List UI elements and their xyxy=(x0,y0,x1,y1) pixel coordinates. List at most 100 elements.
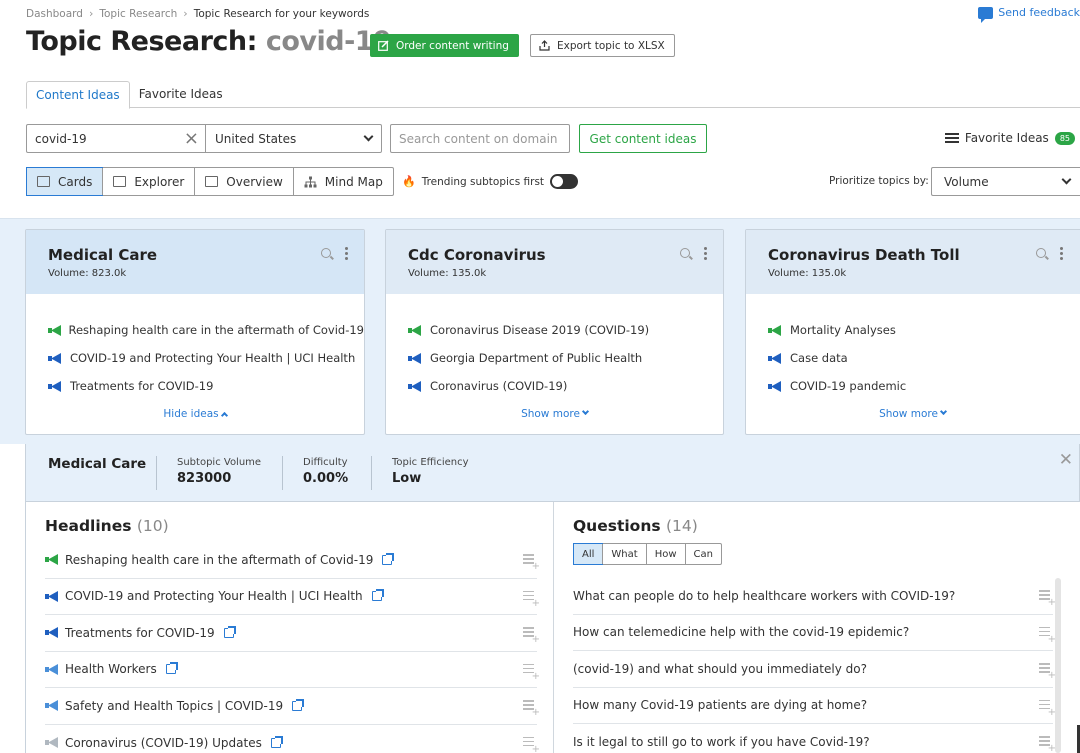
tab-favorite-ideas[interactable]: Favorite Ideas xyxy=(130,81,232,107)
card-idea[interactable]: Mortality Analyses xyxy=(768,316,1080,344)
search-icon[interactable] xyxy=(321,248,331,258)
headline-text: Coronavirus (COVID-19) Updates xyxy=(65,735,262,750)
scrollbar[interactable] xyxy=(1055,578,1061,753)
get-content-ideas-button[interactable]: Get content ideas xyxy=(579,124,707,153)
add-to-list-icon[interactable] xyxy=(1039,590,1056,608)
list-item[interactable]: How can telemedicine help with the covid… xyxy=(573,615,1056,651)
topic-card[interactable]: Coronavirus Death Toll Volume: 135.0k Mo… xyxy=(745,229,1080,435)
filter-all-button[interactable]: All xyxy=(573,543,604,565)
view-explorer-button[interactable]: Explorer xyxy=(102,168,194,195)
view-cards-button[interactable]: Cards xyxy=(26,167,104,196)
add-to-list-icon[interactable] xyxy=(1039,663,1056,681)
export-xlsx-button[interactable]: Export topic to XLSX xyxy=(530,34,675,57)
megaphone-icon xyxy=(48,352,62,364)
view-mindmap-label: Mind Map xyxy=(324,174,383,189)
tab-content-ideas[interactable]: Content Ideas xyxy=(26,81,130,109)
breadcrumb-dashboard[interactable]: Dashboard xyxy=(26,8,83,20)
add-to-list-icon[interactable] xyxy=(523,700,540,718)
search-icon[interactable] xyxy=(1036,248,1046,258)
list-item[interactable]: Treatments for COVID-19 xyxy=(45,615,540,652)
clear-icon[interactable]: × xyxy=(184,128,199,149)
keyword-input[interactable]: covid-19 × xyxy=(26,124,206,153)
question-text: (covid-19) and what should you immediate… xyxy=(573,661,867,676)
order-content-writing-button[interactable]: Order content writing xyxy=(370,34,519,57)
headlines-title: Headlines (10) xyxy=(45,517,169,535)
send-feedback-link[interactable]: Send feedback xyxy=(978,6,1080,23)
card-idea[interactable]: Treatments for COVID-19 xyxy=(48,372,364,400)
list-item[interactable]: What can people do to help healthcare wo… xyxy=(573,578,1056,615)
more-options-icon[interactable] xyxy=(345,251,348,255)
megaphone-icon xyxy=(45,663,59,675)
subtopic-title: Medical Care xyxy=(48,456,147,472)
external-link-icon[interactable] xyxy=(292,698,305,711)
close-icon[interactable]: ✕ xyxy=(1059,450,1073,470)
chevron-down-icon xyxy=(939,407,947,416)
stat-value: 823000 xyxy=(177,471,232,486)
add-to-list-icon[interactable] xyxy=(1039,736,1056,753)
filter-can-button[interactable]: Can xyxy=(684,544,721,564)
add-to-list-icon[interactable] xyxy=(1039,626,1056,645)
show-more-link[interactable]: Show more xyxy=(386,407,723,420)
list-item[interactable]: Reshaping health care in the aftermath o… xyxy=(45,542,540,579)
topic-card[interactable]: Medical Care Volume: 823.0k Reshaping he… xyxy=(25,229,365,435)
external-link-icon[interactable] xyxy=(165,662,178,675)
card-idea[interactable]: Georgia Department of Public Health xyxy=(408,344,723,372)
search-icon[interactable] xyxy=(680,248,690,258)
external-link-icon[interactable] xyxy=(382,552,395,565)
more-options-icon[interactable] xyxy=(704,251,707,255)
card-idea-text: COVID-19 pandemic xyxy=(790,379,907,393)
add-to-list-icon[interactable] xyxy=(523,590,540,609)
list-item[interactable]: Health Workers xyxy=(45,652,540,688)
card-idea[interactable]: COVID-19 pandemic xyxy=(768,372,1080,400)
list-item[interactable]: COVID-19 and Protecting Your Health | UC… xyxy=(45,579,540,615)
keyword-value: covid-19 xyxy=(35,131,87,146)
country-select[interactable]: United States xyxy=(206,124,382,153)
favorite-ideas-label: Favorite Ideas xyxy=(964,131,1049,145)
view-cards-label: Cards xyxy=(58,174,93,189)
card-idea[interactable]: Reshaping health care in the aftermath o… xyxy=(48,316,364,344)
view-overview-button[interactable]: Overview xyxy=(194,168,293,195)
favorite-ideas-link[interactable]: Favorite Ideas 85 xyxy=(944,131,1075,145)
breadcrumb-current: Topic Research for your keywords xyxy=(193,7,370,20)
card-idea[interactable]: Case data xyxy=(768,344,1080,372)
card-idea-text: COVID-19 and Protecting Your Health | UC… xyxy=(70,351,356,365)
external-link-icon[interactable] xyxy=(270,735,283,748)
trending-toggle[interactable] xyxy=(550,174,579,189)
view-mindmap-button[interactable]: Mind Map xyxy=(292,168,393,195)
country-value: United States xyxy=(215,131,297,146)
hide-ideas-link[interactable]: Hide ideas xyxy=(26,408,364,420)
add-to-list-icon[interactable] xyxy=(523,736,540,753)
chevron-down-icon xyxy=(581,407,589,416)
card-idea[interactable]: Coronavirus Disease 2019 (COVID-19) xyxy=(408,316,723,344)
megaphone-icon xyxy=(48,324,62,336)
list-item[interactable]: Is it legal to still go to work if you h… xyxy=(573,724,1056,753)
prioritize-select[interactable]: Volume xyxy=(931,167,1080,196)
external-link-icon[interactable] xyxy=(223,625,236,638)
card-idea[interactable]: Coronavirus (COVID-19) xyxy=(408,372,723,400)
question-filter: All What How Can xyxy=(573,543,722,565)
list-item[interactable]: (covid-19) and what should you immediate… xyxy=(573,651,1056,688)
breadcrumb-topic-research[interactable]: Topic Research xyxy=(99,8,177,20)
megaphone-icon xyxy=(45,554,59,566)
external-link-icon[interactable] xyxy=(371,589,384,602)
list-item[interactable]: How many Covid-19 patients are dying at … xyxy=(573,688,1056,724)
list-item[interactable]: Coronavirus (COVID-19) Updates xyxy=(45,725,540,753)
show-more-link[interactable]: Show more xyxy=(746,407,1079,420)
add-to-list-icon[interactable] xyxy=(1039,699,1056,718)
add-to-list-icon[interactable] xyxy=(523,663,540,682)
topic-card[interactable]: Cdc Coronavirus Volume: 135.0k Coronavir… xyxy=(385,229,724,435)
megaphone-icon xyxy=(408,352,422,364)
card-title: Cdc Coronavirus xyxy=(408,246,546,264)
questions-count: (14) xyxy=(666,517,698,535)
card-footer-label: Show more xyxy=(879,408,938,420)
domain-search-input[interactable]: Search content on domain xyxy=(390,124,570,153)
list-item[interactable]: Safety and Health Topics | COVID-19 xyxy=(45,688,540,725)
card-idea[interactable]: COVID-19 and Protecting Your Health | UC… xyxy=(48,344,364,372)
headline-text: Treatments for COVID-19 xyxy=(65,625,215,640)
more-options-icon[interactable] xyxy=(1060,251,1063,255)
filter-what-button[interactable]: What xyxy=(602,544,645,564)
add-to-list-icon[interactable] xyxy=(523,627,540,645)
headline-text: Health Workers xyxy=(65,662,157,677)
filter-how-button[interactable]: How xyxy=(645,544,685,564)
add-to-list-icon[interactable] xyxy=(523,554,540,572)
